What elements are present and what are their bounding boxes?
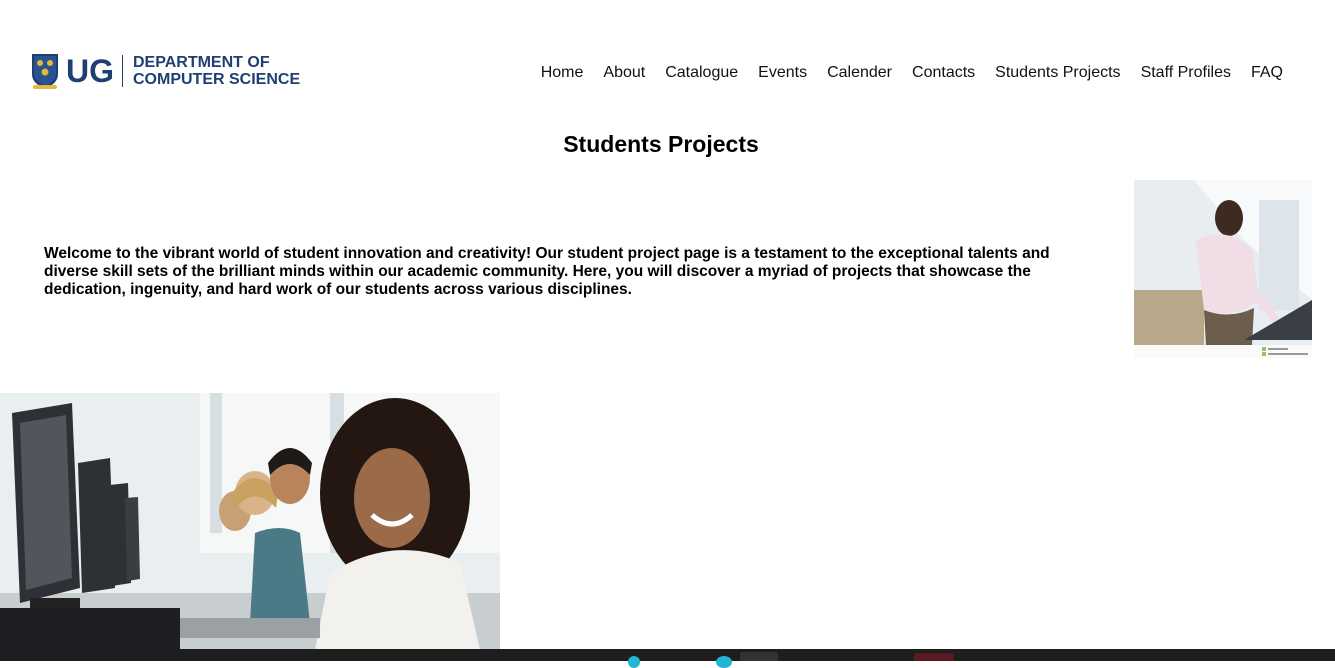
- teacher-at-computer-image: [1134, 180, 1312, 358]
- department-line-1: DEPARTMENT OF: [133, 54, 270, 71]
- nav-calender[interactable]: Calender: [827, 64, 892, 82]
- nav-home[interactable]: Home: [541, 64, 584, 82]
- logo-divider: [122, 55, 123, 87]
- intro-paragraph: Welcome to the vibrant world of student …: [44, 245, 1050, 298]
- taskbar-app-icon[interactable]: [716, 656, 732, 668]
- page-title: Students Projects: [563, 131, 759, 157]
- nav-catalogue[interactable]: Catalogue: [665, 64, 738, 82]
- os-taskbar: [0, 649, 1335, 668]
- department-name: DEPARTMENT OF COMPUTER SCIENCE: [133, 54, 300, 88]
- crest-icon: [32, 54, 58, 89]
- students-in-computer-lab-image: [0, 393, 500, 650]
- nav-staff-profiles[interactable]: Staff Profiles: [1141, 64, 1231, 82]
- nav-faq[interactable]: FAQ: [1251, 64, 1283, 82]
- site-logo[interactable]: UG DEPARTMENT OF COMPUTER SCIENCE: [30, 52, 300, 90]
- site-header: UG DEPARTMENT OF COMPUTER SCIENCE Home A…: [0, 0, 1335, 120]
- taskbar-app-icon[interactable]: [628, 656, 640, 668]
- taskbar-app-button[interactable]: [740, 652, 778, 661]
- main-nav: Home About Catalogue Events Calender Con…: [541, 64, 1283, 82]
- nav-students-projects[interactable]: Students Projects: [995, 64, 1120, 82]
- taskbar-app-button[interactable]: [914, 653, 954, 661]
- department-line-2: COMPUTER SCIENCE: [133, 71, 301, 88]
- nav-events[interactable]: Events: [758, 64, 807, 82]
- logo-abbreviation: UG: [66, 53, 114, 89]
- nav-about[interactable]: About: [603, 64, 645, 82]
- nav-contacts[interactable]: Contacts: [912, 64, 975, 82]
